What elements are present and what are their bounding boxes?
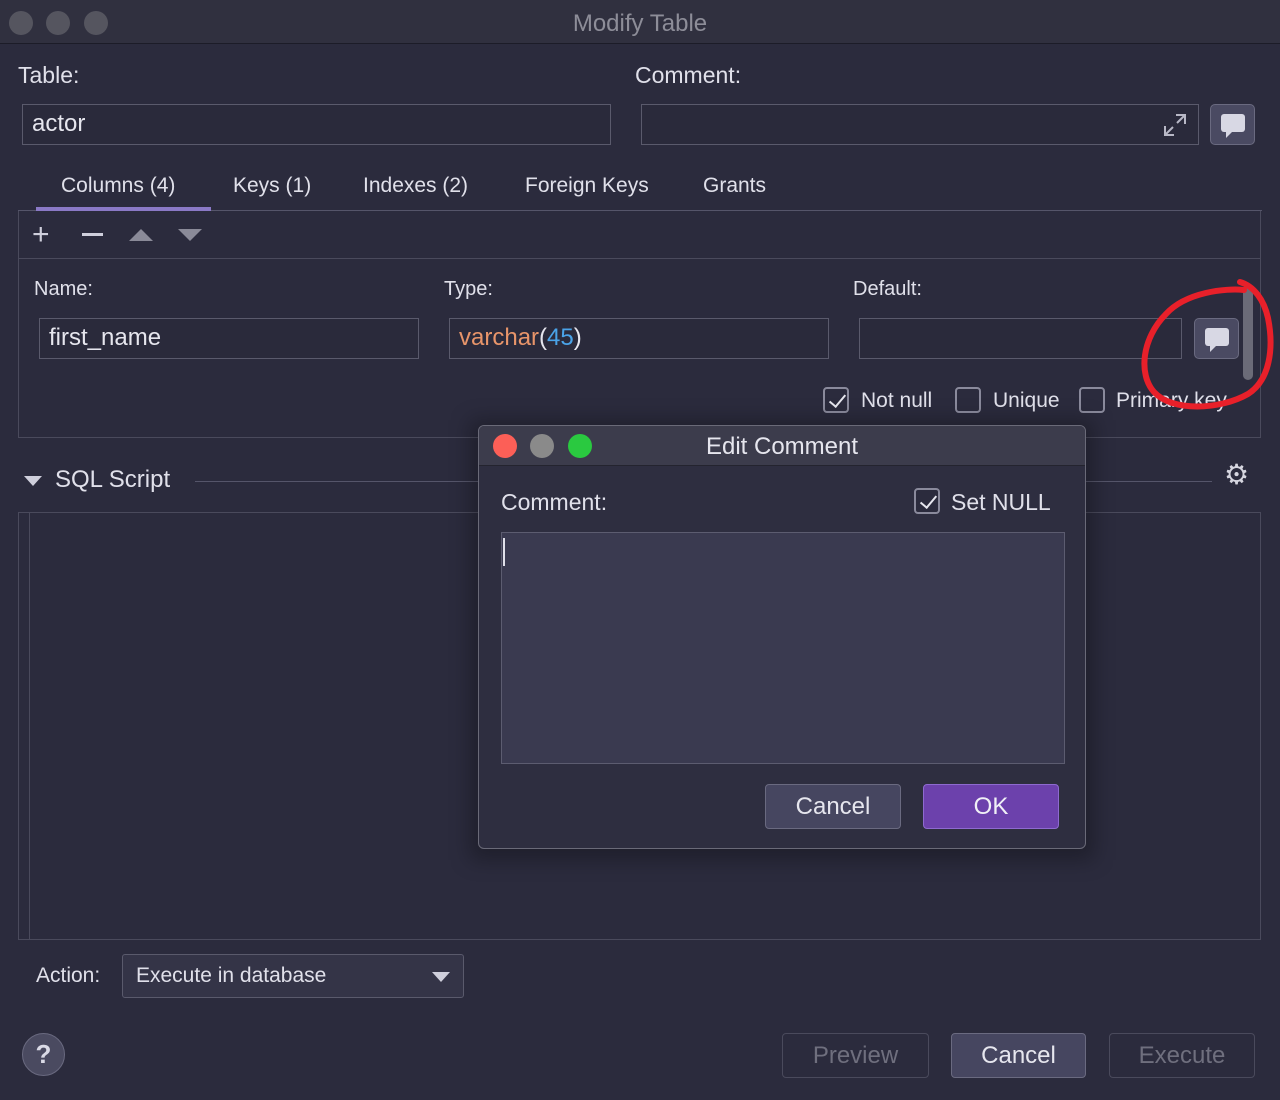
chevron-down-icon — [432, 972, 450, 982]
unique-label: Unique — [993, 389, 1060, 412]
tab-indexes[interactable]: Indexes (2) — [363, 174, 468, 198]
gear-icon[interactable]: ⚙ — [1224, 458, 1249, 491]
not-null-label: Not null — [861, 389, 933, 412]
dialog-ok-button[interactable]: OK — [923, 784, 1059, 829]
column-comment-button[interactable] — [1194, 318, 1239, 359]
toolbar-divider — [18, 258, 1261, 259]
column-name-label: Name: — [34, 278, 93, 300]
column-type-label: Type: — [444, 278, 493, 300]
cancel-button[interactable]: Cancel — [951, 1033, 1086, 1078]
edit-comment-dialog: Edit Comment Comment: Set NULL Cancel OK — [478, 425, 1086, 849]
column-name-input[interactable]: first_name — [39, 318, 419, 359]
type-size: 45 — [547, 324, 574, 351]
table-comment-button[interactable] — [1210, 104, 1255, 145]
column-default-input[interactable] — [859, 318, 1182, 359]
table-name-input[interactable]: actor — [22, 104, 611, 145]
sql-editor-gutter — [29, 513, 30, 939]
dialog-titlebar: Edit Comment — [479, 426, 1085, 466]
expand-icon[interactable] — [1162, 112, 1188, 138]
collapse-triangle-icon[interactable] — [24, 476, 42, 486]
text-caret — [503, 538, 505, 566]
dialog-comment-label: Comment: — [501, 489, 608, 515]
set-null-label: Set NULL — [951, 489, 1051, 515]
dialog-cancel-button[interactable]: Cancel — [765, 784, 901, 829]
tab-keys[interactable]: Keys (1) — [233, 174, 311, 198]
comment-bubble-icon — [1204, 327, 1229, 352]
tab-columns[interactable]: Columns (4) — [61, 174, 175, 198]
window-title: Modify Table — [572, 10, 708, 37]
columns-scrollbar[interactable] — [1243, 288, 1253, 380]
remove-column-icon[interactable] — [82, 233, 103, 236]
column-default-label: Default: — [853, 278, 922, 300]
tab-grants[interactable]: Grants — [703, 174, 766, 198]
action-label: Action: — [36, 964, 101, 987]
comment-label: Comment: — [635, 62, 742, 88]
type-keyword: varchar — [459, 324, 540, 351]
comment-bubble-icon — [1220, 113, 1245, 138]
not-null-checkbox[interactable] — [823, 387, 849, 413]
primary-key-label: Primary key — [1116, 389, 1227, 412]
table-label: Table: — [18, 62, 80, 88]
type-paren-close: ) — [573, 324, 582, 351]
move-down-icon[interactable] — [178, 229, 202, 241]
dialog-title: Edit Comment — [705, 433, 859, 460]
execute-button[interactable]: Execute — [1109, 1033, 1255, 1078]
type-paren-open: ( — [539, 324, 548, 351]
comment-textarea[interactable] — [501, 532, 1065, 764]
preview-button[interactable]: Preview — [782, 1033, 929, 1078]
table-comment-input[interactable] — [641, 104, 1199, 145]
window-titlebar: Modify Table — [0, 0, 1280, 44]
primary-key-checkbox[interactable] — [1079, 387, 1105, 413]
move-up-icon[interactable] — [129, 229, 153, 241]
sql-script-label[interactable]: SQL Script — [55, 466, 170, 494]
tab-foreign-keys[interactable]: Foreign Keys — [525, 174, 649, 198]
column-type-input[interactable]: varchar(45) — [449, 318, 829, 359]
unique-checkbox[interactable] — [955, 387, 981, 413]
action-select[interactable]: Execute in database — [122, 954, 464, 998]
add-column-icon[interactable]: + — [32, 220, 50, 250]
help-button[interactable]: ? — [22, 1033, 65, 1076]
set-null-checkbox[interactable] — [914, 488, 940, 514]
